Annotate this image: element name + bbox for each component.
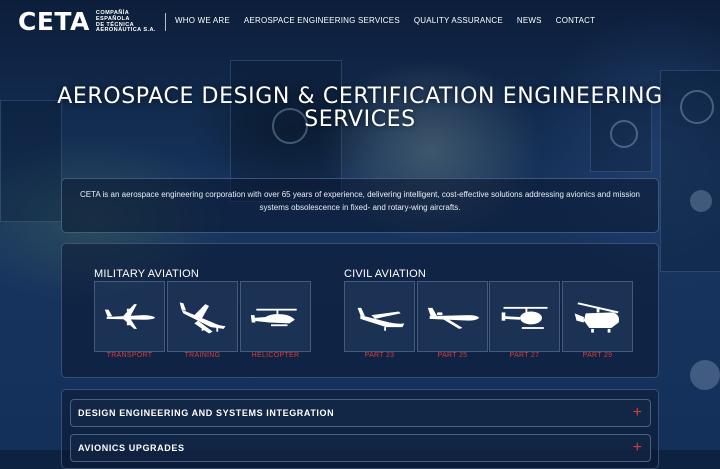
ceta-logo[interactable]: CETA COMPAÑÍA ESPAÑOLA DE TÉCNICA AERONÁ… bbox=[18, 7, 156, 36]
heavy-helicopter-icon bbox=[574, 302, 620, 333]
tile-label-training: TRAINING bbox=[184, 352, 221, 359]
tile-part-25[interactable] bbox=[417, 281, 488, 352]
accordion-avionics-upgrades[interactable]: AVIONICS UPGRADES + bbox=[70, 434, 651, 462]
logo-wordmark: CETA bbox=[18, 7, 90, 36]
tile-label-part-25: PART 25 bbox=[437, 352, 468, 359]
tile-part-29[interactable] bbox=[562, 281, 633, 352]
nav-contact[interactable]: CONTACT bbox=[556, 16, 595, 25]
site-header: CETA COMPAÑÍA ESPAÑOLA DE TÉCNICA AERONÁ… bbox=[0, 0, 720, 44]
tile-helicopter[interactable] bbox=[240, 281, 311, 352]
military-aviation-title: MILITARY AVIATION bbox=[94, 268, 200, 280]
light-helicopter-icon bbox=[501, 306, 548, 329]
plus-icon[interactable]: + bbox=[633, 404, 642, 422]
logo-subtitle: COMPAÑÍA ESPAÑOLA DE TÉCNICA AERONÁUTICA… bbox=[95, 10, 156, 34]
tile-transport[interactable] bbox=[94, 281, 165, 352]
tile-label-transport: TRANSPORT bbox=[106, 352, 153, 359]
tile-label-part-29: PART 29 bbox=[582, 352, 613, 359]
logo-subtitle-line: AERONÁUTICA S.A. bbox=[95, 27, 156, 34]
accordion-label: AVIONICS UPGRADES bbox=[78, 443, 185, 453]
plus-icon[interactable]: + bbox=[633, 439, 642, 457]
transport-plane-icon bbox=[104, 304, 156, 329]
accordion-label: DESIGN ENGINEERING AND SYSTEMS INTEGRATI… bbox=[78, 408, 335, 418]
tile-part-23[interactable] bbox=[344, 281, 415, 352]
accordion-design-engineering[interactable]: DESIGN ENGINEERING AND SYSTEMS INTEGRATI… bbox=[70, 399, 651, 427]
nav-who-we-are[interactable]: WHO WE ARE bbox=[175, 16, 230, 25]
services-accordion: DESIGN ENGINEERING AND SYSTEMS INTEGRATI… bbox=[61, 389, 659, 469]
page-title: AEROSPACE DESIGN & CERTIFICATION ENGINEE… bbox=[57, 84, 663, 132]
nav-news[interactable]: NEWS bbox=[517, 16, 542, 25]
header-divider bbox=[165, 13, 166, 31]
main-nav: WHO WE ARE AEROSPACE ENGINEERING SERVICE… bbox=[175, 16, 595, 25]
light-aircraft-icon bbox=[357, 307, 405, 331]
tile-part-27[interactable] bbox=[489, 281, 560, 352]
aviation-categories: MILITARY AVIATION CIVIL AVIATION TRANSPO… bbox=[61, 243, 659, 378]
intro-text: CETA is an aerospace engineering corpora… bbox=[61, 178, 659, 233]
training-plane-icon bbox=[179, 302, 226, 334]
nav-aerospace-engineering-services[interactable]: AEROSPACE ENGINEERING SERVICES bbox=[244, 16, 400, 25]
tile-label-part-27: PART 27 bbox=[509, 352, 540, 359]
jet-aircraft-icon bbox=[427, 307, 480, 329]
civil-aviation-title: CIVIL AVIATION bbox=[344, 268, 427, 280]
tile-label-helicopter: HELICOPTER bbox=[251, 352, 300, 359]
attack-helicopter-icon bbox=[250, 308, 297, 327]
tile-label-part-23: PART 23 bbox=[364, 352, 395, 359]
tile-training[interactable] bbox=[167, 281, 238, 352]
nav-quality-assurance[interactable]: QUALITY ASSURANCE bbox=[414, 16, 503, 25]
